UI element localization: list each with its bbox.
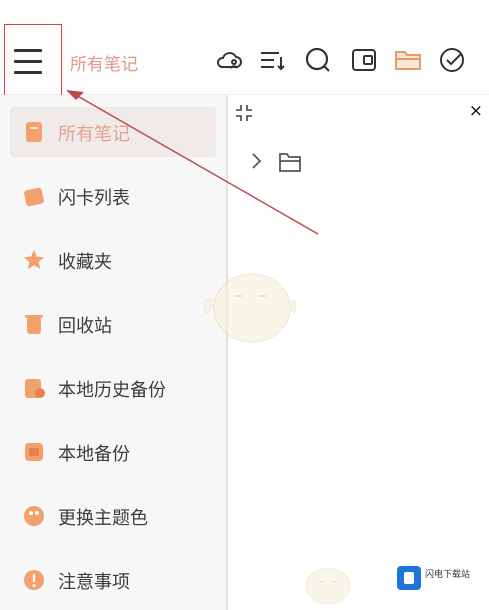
close-icon[interactable]: × bbox=[469, 101, 483, 121]
note-icon bbox=[22, 120, 46, 144]
sidebar-item-change-theme[interactable]: 更换主题色 bbox=[10, 491, 216, 541]
sidebar-item-local-backup[interactable]: 本地备份 bbox=[10, 427, 216, 477]
backup-icon bbox=[22, 440, 46, 464]
sidebar-item-favorites[interactable]: 收藏夹 bbox=[10, 235, 216, 285]
folder-tree-panel: × bbox=[228, 95, 489, 610]
page-title: 所有笔记 bbox=[70, 55, 138, 75]
flashcard-icon bbox=[22, 184, 46, 208]
wallet-icon[interactable] bbox=[349, 45, 379, 75]
sidebar-item-recycle-bin[interactable]: 回收站 bbox=[10, 299, 216, 349]
site-watermark: 闪电下载站 bbox=[393, 560, 481, 596]
search-icon[interactable] bbox=[303, 45, 333, 75]
sidebar-item-notes[interactable]: 注意事项 bbox=[10, 555, 216, 605]
trash-icon bbox=[22, 312, 46, 336]
folder-icon[interactable] bbox=[393, 45, 423, 75]
watermark-logo-icon bbox=[397, 566, 421, 590]
sidebar-item-flashcards[interactable]: 闪卡列表 bbox=[10, 171, 216, 221]
hamburger-icon bbox=[14, 49, 42, 52]
sidebar-item-label: 收藏夹 bbox=[58, 252, 112, 273]
collapse-icon[interactable] bbox=[234, 103, 254, 123]
history-backup-icon bbox=[22, 376, 46, 400]
sidebar-item-label: 本地历史备份 bbox=[58, 380, 166, 401]
star-icon bbox=[22, 248, 46, 272]
sidebar-item-label: 回收站 bbox=[58, 316, 112, 337]
sidebar-item-label: 本地备份 bbox=[58, 444, 130, 465]
cloud-user-icon[interactable] bbox=[214, 45, 244, 75]
menu-button[interactable] bbox=[4, 24, 62, 98]
hamburger-icon-bar bbox=[14, 60, 42, 63]
chevron-right-icon[interactable] bbox=[248, 151, 264, 171]
palette-icon bbox=[22, 504, 46, 528]
sidebar-item-local-history-backup[interactable]: 本地历史备份 bbox=[10, 363, 216, 413]
hamburger-icon-bar bbox=[14, 71, 42, 74]
top-bar: 所有笔记 bbox=[0, 22, 489, 98]
mascot-illustration bbox=[305, 567, 351, 605]
folder-icon[interactable] bbox=[278, 151, 302, 173]
sidebar-item-label: 闪卡列表 bbox=[58, 188, 130, 209]
watermark-text: 闪电下载站 bbox=[425, 570, 471, 580]
sidebar-item-label: 所有笔记 bbox=[58, 124, 130, 145]
sidebar: 所有笔记 闪卡列表 收藏夹 回收站 本地历史备份 本地备份 更换主题色 注意事项 bbox=[0, 95, 228, 610]
check-circle-icon[interactable] bbox=[437, 45, 467, 75]
info-icon bbox=[22, 568, 46, 592]
sidebar-item-label: 注意事项 bbox=[58, 572, 130, 593]
sidebar-item-all-notes[interactable]: 所有笔记 bbox=[10, 107, 216, 157]
sort-list-icon[interactable] bbox=[257, 45, 287, 75]
mascot-illustration bbox=[203, 273, 297, 343]
status-bar bbox=[0, 0, 489, 22]
sidebar-item-label: 更换主题色 bbox=[58, 508, 148, 529]
